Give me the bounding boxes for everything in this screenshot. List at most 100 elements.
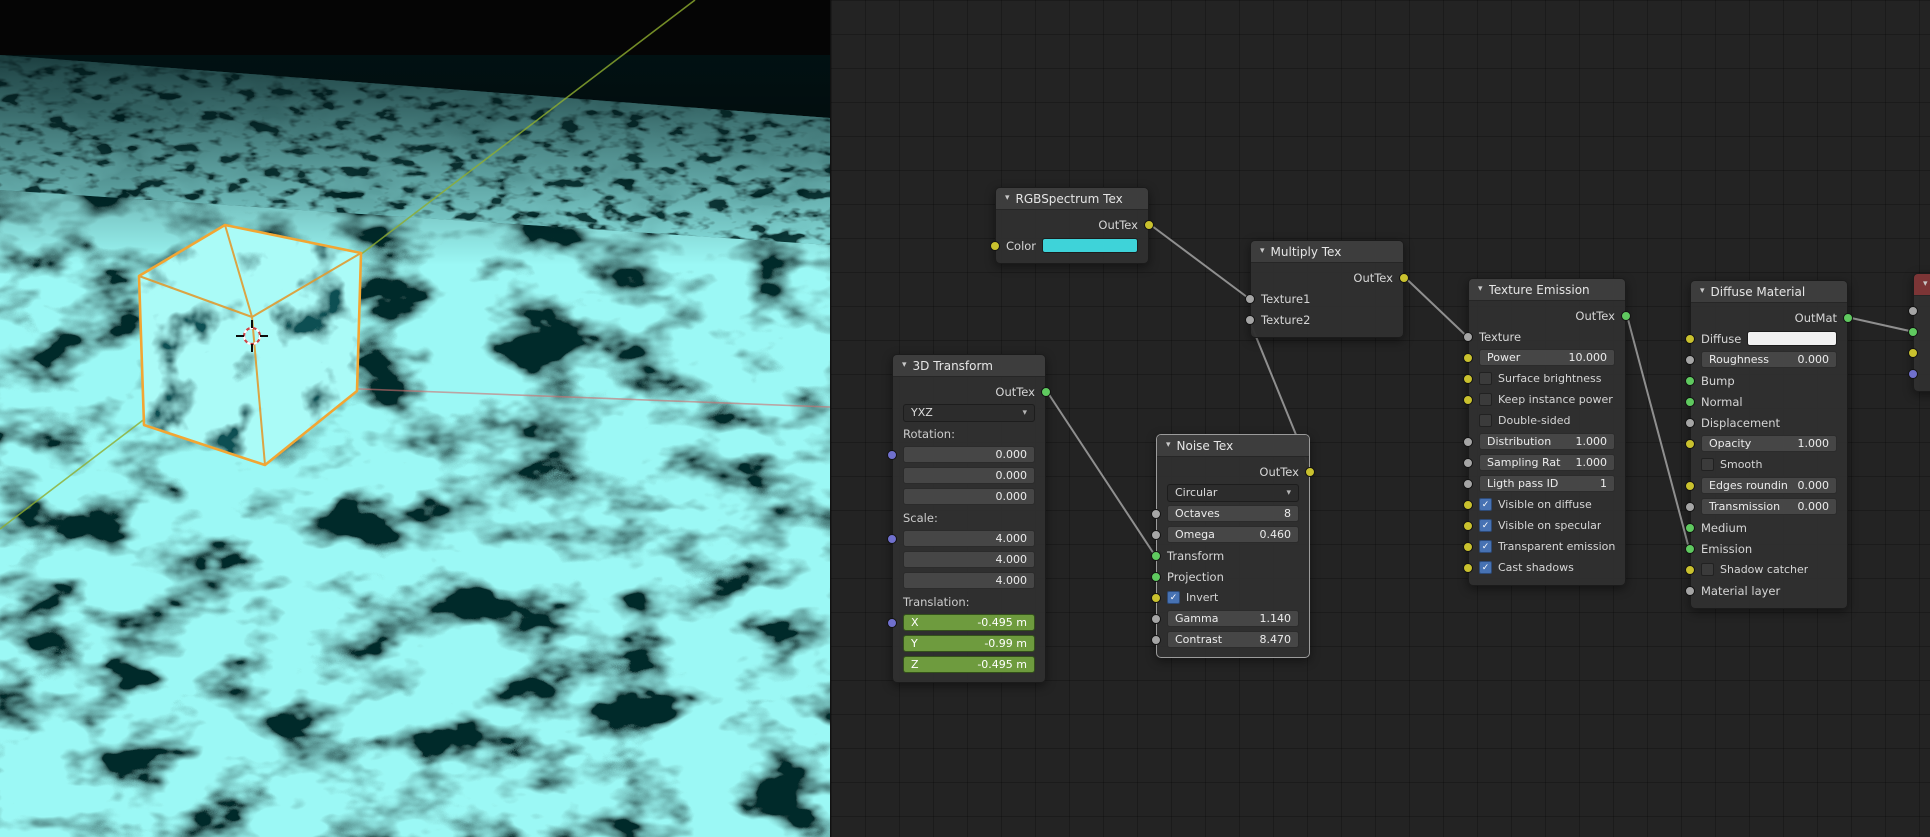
- socket-input-bump[interactable]: [1685, 375, 1695, 386]
- viewport-3d[interactable]: [0, 0, 830, 837]
- translation-z-slider[interactable]: Z -0.495 m: [903, 656, 1035, 673]
- node-rgbspectrum-tex[interactable]: ▾ RGBSpectrum Tex OutTex Color: [990, 187, 1154, 264]
- roughness-field[interactable]: Roughness 0.000: [1701, 351, 1837, 368]
- socket-input-octaves[interactable]: [1151, 508, 1161, 519]
- socket-input-opacity[interactable]: [1685, 438, 1695, 449]
- node-texture-emission[interactable]: ▾ Texture Emission OutTex Texture Power …: [1463, 278, 1631, 586]
- keep-instance-power-checkbox[interactable]: [1479, 393, 1492, 406]
- diffuse-color-swatch[interactable]: [1747, 331, 1837, 346]
- socket-input-visible-on-diffuse[interactable]: [1463, 499, 1473, 510]
- node-clipped[interactable]: ▾: [1908, 273, 1930, 392]
- collapse-arrow-icon[interactable]: ▾: [1478, 285, 1483, 294]
- socket-input-texture[interactable]: [1463, 331, 1473, 342]
- rotation-y-field[interactable]: 0.000: [903, 467, 1035, 484]
- smooth-checkbox[interactable]: [1701, 458, 1714, 471]
- socket-input-diffuse[interactable]: [1685, 333, 1695, 344]
- octaves-field[interactable]: Octaves 8: [1167, 505, 1299, 522]
- node-diffuse-material[interactable]: ▾ Diffuse Material OutMat Diffuse Roughn…: [1685, 280, 1853, 609]
- socket-input-invert[interactable]: [1151, 592, 1161, 603]
- collapse-arrow-icon[interactable]: ▾: [1700, 287, 1705, 296]
- rotation-order-dropdown[interactable]: YXZ ▾: [903, 403, 1035, 422]
- socket-input-material-layer[interactable]: [1685, 585, 1695, 596]
- socket-input[interactable]: [1908, 305, 1918, 316]
- node-header[interactable]: ▾ Texture Emission: [1469, 279, 1625, 301]
- socket-input-cast-shadows[interactable]: [1463, 562, 1473, 573]
- socket-input-edges-rounding[interactable]: [1685, 480, 1695, 491]
- surface-brightness-checkbox[interactable]: [1479, 372, 1492, 385]
- collapse-arrow-icon[interactable]: ▾: [1166, 441, 1171, 450]
- opacity-field[interactable]: Opacity 1.000: [1701, 435, 1837, 452]
- distribution-field[interactable]: Distribution 1.000: [1479, 433, 1615, 450]
- transparent-emission-checkbox[interactable]: [1479, 540, 1492, 553]
- rotation-z-field[interactable]: 0.000: [903, 488, 1035, 505]
- socket-input[interactable]: [1908, 347, 1918, 358]
- socket-input-light-pass-id[interactable]: [1463, 478, 1473, 489]
- socket-input-sampling-rate[interactable]: [1463, 457, 1473, 468]
- socket-input-normal[interactable]: [1685, 396, 1695, 407]
- gamma-field[interactable]: Gamma 1.140: [1167, 610, 1299, 627]
- translation-x-slider[interactable]: X -0.495 m: [903, 614, 1035, 631]
- double-sided-checkbox[interactable]: [1479, 414, 1492, 427]
- color-swatch[interactable]: [1042, 238, 1138, 253]
- collapse-arrow-icon[interactable]: ▾: [1260, 247, 1265, 256]
- socket-output-outtex[interactable]: [1399, 272, 1409, 283]
- visible-on-diffuse-checkbox[interactable]: [1479, 498, 1492, 511]
- node-editor[interactable]: ▾ RGBSpectrum Tex OutTex Color ▾ Multipl…: [830, 0, 1930, 837]
- socket-input-shadow-catcher[interactable]: [1685, 564, 1695, 575]
- socket-input-transform[interactable]: [1151, 550, 1161, 561]
- socket-input-translation[interactable]: [887, 617, 897, 628]
- node-header[interactable]: ▾ Noise Tex: [1157, 435, 1309, 457]
- socket-input-texture1[interactable]: [1245, 293, 1255, 304]
- visible-on-specular-checkbox[interactable]: [1479, 519, 1492, 532]
- collapse-arrow-icon[interactable]: ▾: [1923, 280, 1928, 289]
- socket-input[interactable]: [1908, 368, 1918, 379]
- node-header[interactable]: ▾ 3D Transform: [893, 355, 1045, 377]
- socket-input-omega[interactable]: [1151, 529, 1161, 540]
- socket-input-displacement[interactable]: [1685, 417, 1695, 428]
- noise-mode-dropdown[interactable]: Circular ▾: [1167, 483, 1299, 502]
- node-header[interactable]: ▾ RGBSpectrum Tex: [996, 188, 1148, 210]
- viewport-canvas[interactable]: [0, 0, 830, 837]
- scale-y-field[interactable]: 4.000: [903, 551, 1035, 568]
- socket-output-outtex[interactable]: [1621, 310, 1631, 321]
- socket-input-color[interactable]: [990, 240, 1000, 251]
- socket-input-distribution[interactable]: [1463, 436, 1473, 447]
- collapse-arrow-icon[interactable]: ▾: [1005, 194, 1010, 203]
- collapse-arrow-icon[interactable]: ▾: [902, 361, 907, 370]
- socket-input-contrast[interactable]: [1151, 634, 1161, 645]
- socket-output-outtex[interactable]: [1305, 466, 1315, 477]
- socket-input-projection[interactable]: [1151, 571, 1161, 582]
- light-pass-id-field[interactable]: Ligth pass ID 1: [1479, 475, 1615, 492]
- socket-input-transmission[interactable]: [1685, 501, 1695, 512]
- scale-z-field[interactable]: 4.000: [903, 572, 1035, 589]
- socket-input-rotation[interactable]: [887, 449, 897, 460]
- socket-input-visible-on-specular[interactable]: [1463, 520, 1473, 531]
- socket-input-power[interactable]: [1463, 352, 1473, 363]
- socket-input-surface-brightness[interactable]: [1463, 373, 1473, 384]
- node-header[interactable]: ▾ Multiply Tex: [1251, 241, 1403, 263]
- scale-x-field[interactable]: 4.000: [903, 530, 1035, 547]
- shadow-catcher-checkbox[interactable]: [1701, 563, 1714, 576]
- power-field[interactable]: Power 10.000: [1479, 349, 1615, 366]
- socket-input-texture2[interactable]: [1245, 314, 1255, 325]
- cast-shadows-checkbox[interactable]: [1479, 561, 1492, 574]
- rotation-x-field[interactable]: 0.000: [903, 446, 1035, 463]
- node-3d-transform[interactable]: ▾ 3D Transform OutTex YXZ ▾ Rotation: 0.…: [887, 354, 1051, 683]
- node-header[interactable]: ▾: [1914, 274, 1930, 296]
- socket-input-transparent-emission[interactable]: [1463, 541, 1473, 552]
- node-multiply-tex[interactable]: ▾ Multiply Tex OutTex Texture1 Texture2: [1245, 240, 1409, 338]
- socket-output-outtex[interactable]: [1041, 386, 1051, 397]
- contrast-field[interactable]: Contrast 8.470: [1167, 631, 1299, 648]
- omega-field[interactable]: Omega 0.460: [1167, 526, 1299, 543]
- node-noise-tex[interactable]: ▾ Noise Tex OutTex Circular ▾ Octaves 8 …: [1151, 434, 1315, 658]
- transmission-field[interactable]: Transmission 0.000: [1701, 498, 1837, 515]
- socket-input-medium[interactable]: [1685, 522, 1695, 533]
- socket-input-keep-instance-power[interactable]: [1463, 394, 1473, 405]
- edges-rounding-field[interactable]: Edges roundin 0.000: [1701, 477, 1837, 494]
- sampling-rate-field[interactable]: Sampling Rat 1.000: [1479, 454, 1615, 471]
- socket-input-material[interactable]: [1908, 326, 1918, 337]
- socket-input-gamma[interactable]: [1151, 613, 1161, 624]
- translation-y-slider[interactable]: Y -0.99 m: [903, 635, 1035, 652]
- node-header[interactable]: ▾ Diffuse Material: [1691, 281, 1847, 303]
- invert-checkbox[interactable]: [1167, 591, 1180, 604]
